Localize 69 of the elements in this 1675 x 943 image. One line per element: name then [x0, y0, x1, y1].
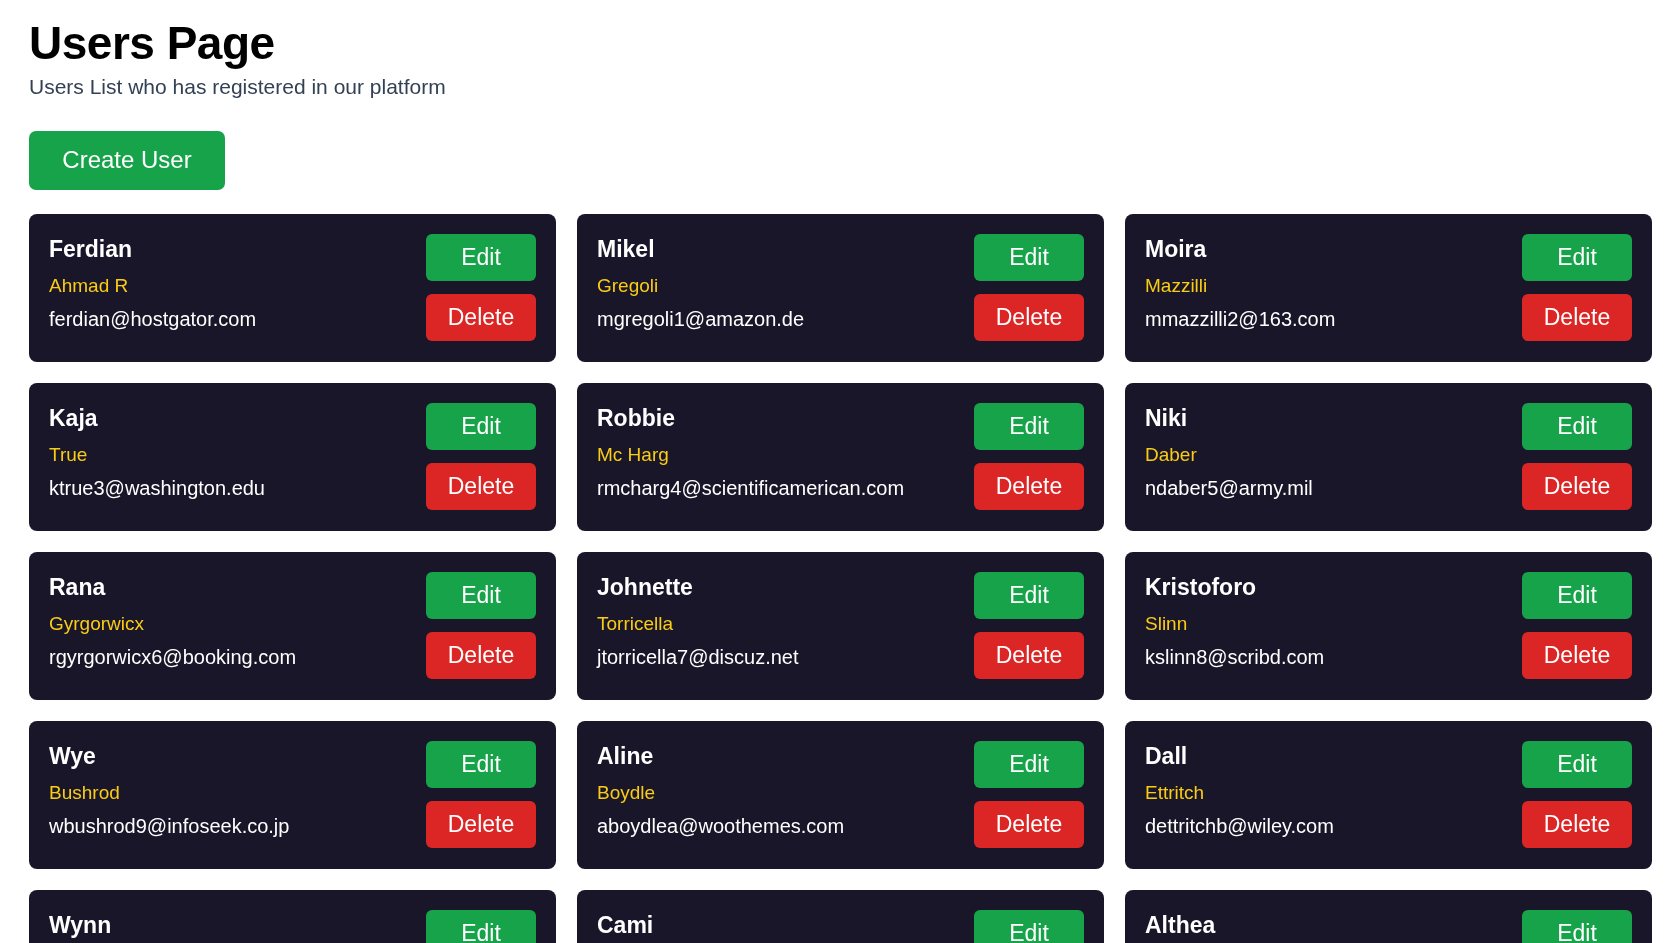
- user-email: rmcharg4@scientificamerican.com: [597, 476, 905, 500]
- delete-button[interactable]: Delete: [426, 631, 536, 679]
- user-email: kslinn8@scribd.com: [1145, 645, 1325, 669]
- delete-button[interactable]: Delete: [1522, 462, 1632, 510]
- delete-button[interactable]: Delete: [974, 293, 1084, 341]
- edit-button[interactable]: Edit: [1522, 402, 1632, 450]
- user-email: wbushrod9@infoseek.co.jp: [49, 814, 290, 838]
- edit-button[interactable]: Edit: [974, 571, 1084, 619]
- user-email: jtorricella7@discuz.net: [597, 645, 799, 669]
- user-last-name: Ettritch: [1145, 781, 1206, 804]
- user-last-name: Slinn: [1145, 612, 1189, 635]
- create-user-button[interactable]: Create User: [29, 130, 225, 190]
- edit-button[interactable]: Edit: [426, 571, 536, 619]
- page-subtitle: Users List who has registered in our platform: [29, 74, 447, 99]
- user-first-name: Moira: [1145, 235, 1208, 263]
- user-last-name: Mc Harg: [597, 443, 670, 466]
- user-first-name: Aline: [597, 742, 655, 770]
- user-email: ktrue3@washington.edu: [49, 476, 265, 500]
- edit-button[interactable]: Edit: [974, 402, 1084, 450]
- user-first-name: Rana: [49, 573, 107, 601]
- user-last-name: Bushrod: [49, 781, 121, 804]
- edit-button[interactable]: Edit: [426, 402, 536, 450]
- user-email: rgyrgorwicx6@booking.com: [49, 645, 297, 669]
- user-first-name: Ferdian: [49, 235, 134, 263]
- delete-button[interactable]: Delete: [426, 800, 536, 848]
- user-email: ferdian@hostgator.com: [49, 307, 257, 331]
- delete-button[interactable]: Delete: [974, 631, 1084, 679]
- edit-button[interactable]: Edit: [1522, 909, 1632, 943]
- user-first-name: Niki: [1145, 404, 1189, 432]
- user-first-name: Johnette: [597, 573, 694, 601]
- delete-button[interactable]: Delete: [1522, 800, 1632, 848]
- edit-button[interactable]: Edit: [1522, 740, 1632, 788]
- user-first-name: Robbie: [597, 404, 676, 432]
- user-email: ndaber5@army.mil: [1145, 476, 1313, 500]
- user-first-name: Dall: [1145, 742, 1189, 770]
- user-last-name: Daber: [1145, 443, 1198, 466]
- edit-button[interactable]: Edit: [974, 233, 1084, 281]
- user-first-name: Wynn: [49, 911, 112, 939]
- page-title: Users Page: [29, 18, 276, 69]
- edit-button[interactable]: Edit: [974, 740, 1084, 788]
- user-last-name: True: [49, 443, 89, 466]
- user-email: mmazzilli2@163.com: [1145, 307, 1336, 331]
- delete-button[interactable]: Delete: [426, 293, 536, 341]
- delete-button[interactable]: Delete: [1522, 631, 1632, 679]
- edit-button[interactable]: Edit: [1522, 571, 1632, 619]
- user-email: aboydlea@woothemes.com: [597, 814, 845, 838]
- user-last-name: Gregoli: [597, 274, 660, 297]
- edit-button[interactable]: Edit: [426, 740, 536, 788]
- user-first-name: Cami: [597, 911, 654, 939]
- edit-button[interactable]: Edit: [974, 909, 1084, 943]
- user-last-name: Torricella: [597, 612, 675, 635]
- user-first-name: Kaja: [49, 404, 99, 432]
- delete-button[interactable]: Delete: [1522, 293, 1632, 341]
- user-email: mgregoli1@amazon.de: [597, 307, 805, 331]
- edit-button[interactable]: Edit: [426, 233, 536, 281]
- user-email: dettritchb@wiley.com: [1145, 814, 1334, 838]
- user-last-name: Gyrgorwicx: [49, 612, 145, 635]
- edit-button[interactable]: Edit: [426, 909, 536, 943]
- edit-button[interactable]: Edit: [1522, 233, 1632, 281]
- delete-button[interactable]: Delete: [974, 800, 1084, 848]
- user-last-name: Mazzilli: [1145, 274, 1209, 297]
- delete-button[interactable]: Delete: [974, 462, 1084, 510]
- user-first-name: Althea: [1145, 911, 1216, 939]
- user-first-name: Mikel: [597, 235, 656, 263]
- user-first-name: Kristoforo: [1145, 573, 1258, 601]
- user-first-name: Wye: [49, 742, 97, 770]
- user-last-name: Boydle: [597, 781, 657, 804]
- delete-button[interactable]: Delete: [426, 462, 536, 510]
- user-last-name: Ahmad R: [49, 274, 130, 297]
